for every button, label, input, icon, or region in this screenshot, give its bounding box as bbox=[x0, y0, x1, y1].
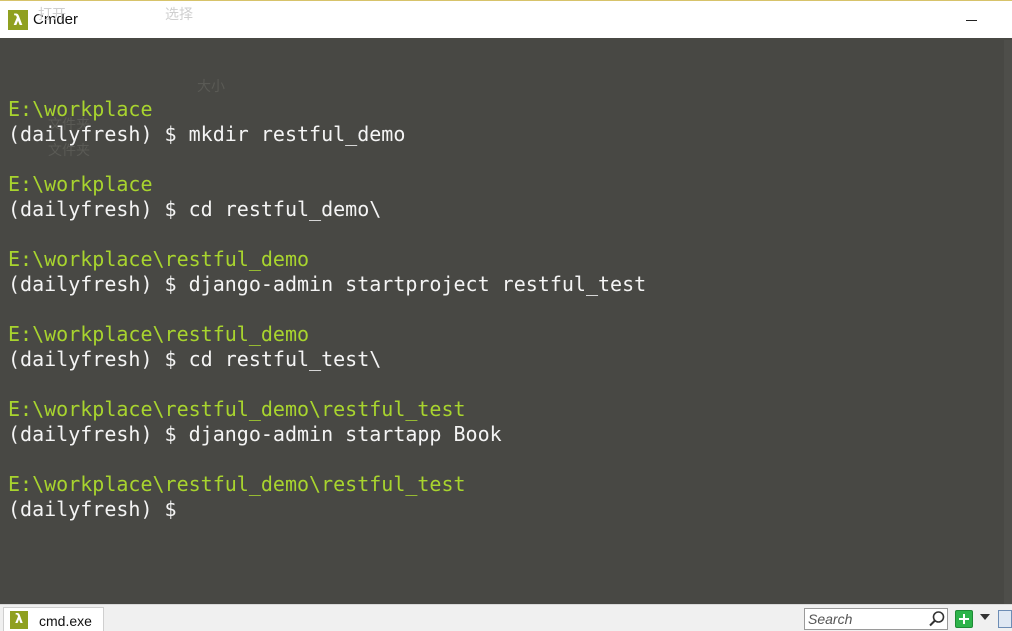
terminal-line: E:\workplace\restful_demo\restful_test bbox=[8, 397, 646, 422]
ghost-label-select: 选择 bbox=[165, 7, 193, 23]
command-text: (dailyfresh) $ cd restful_demo\ bbox=[8, 197, 382, 221]
command-text: (dailyfresh) $ cd restful_test\ bbox=[8, 347, 382, 371]
prompt-path: E:\workplace\restful_demo bbox=[8, 247, 310, 271]
command-text: (dailyfresh) $ bbox=[8, 497, 189, 521]
prompt-path: E:\workplace\restful_demo bbox=[8, 322, 310, 346]
title-bar: λ Cmder 打开 选择 bbox=[0, 0, 1012, 38]
terminal-line: (dailyfresh) $ django-admin startapp Boo… bbox=[8, 422, 646, 447]
add-tab-button[interactable] bbox=[955, 610, 973, 628]
terminal-line: (dailyfresh) $ mkdir restful_demo bbox=[8, 122, 646, 147]
prompt-path: E:\workplace\restful_demo\restful_test bbox=[8, 397, 466, 421]
prompt-path: E:\workplace bbox=[8, 97, 153, 121]
lambda-icon: λ bbox=[10, 611, 28, 629]
terminal-line: (dailyfresh) $ bbox=[8, 497, 646, 522]
search-icon[interactable] bbox=[928, 610, 946, 628]
command-text: (dailyfresh) $ django-admin startapp Boo… bbox=[8, 422, 502, 446]
terminal-line: E:\workplace\restful_demo\restful_test bbox=[8, 472, 646, 497]
lambda-icon[interactable]: λ bbox=[8, 10, 28, 30]
tab-label: cmd.exe bbox=[39, 613, 92, 629]
status-bar: λ cmd.exe bbox=[0, 604, 1012, 631]
terminal-line: (dailyfresh) $ cd restful_test\ bbox=[8, 347, 646, 372]
terminal-line: (dailyfresh) $ cd restful_demo\ bbox=[8, 197, 646, 222]
terminal-console[interactable]: 大小 文件夹 文件夹 E:\workplace (dailyfresh) $ mk… bbox=[0, 38, 1012, 604]
ghost-label-open: 打开 bbox=[38, 7, 66, 23]
chevron-down-icon[interactable] bbox=[980, 614, 990, 620]
terminal-line: E:\workplace bbox=[8, 97, 646, 122]
panel-icon[interactable] bbox=[998, 610, 1012, 628]
terminal-line: E:\workplace\restful_demo bbox=[8, 322, 646, 347]
prompt-path: E:\workplace bbox=[8, 172, 153, 196]
tab-cmd[interactable]: λ cmd.exe bbox=[3, 607, 104, 631]
search-input[interactable] bbox=[804, 608, 948, 630]
command-text: (dailyfresh) $ mkdir restful_demo bbox=[8, 122, 406, 146]
terminal-line: E:\workplace bbox=[8, 172, 646, 197]
prompt-path: E:\workplace\restful_demo\restful_test bbox=[8, 472, 466, 496]
terminal-output: E:\workplace (dailyfresh) $ mkdir restful… bbox=[8, 72, 646, 522]
minimize-button[interactable] bbox=[958, 5, 988, 33]
command-text: (dailyfresh) $ django-admin startproject… bbox=[8, 272, 647, 296]
terminal-line: (dailyfresh) $ django-admin startproject… bbox=[8, 272, 646, 297]
cmder-window: λ Cmder 打开 选择 大小 文件夹 文件夹 E:\workplace (da… bbox=[0, 0, 1012, 631]
terminal-scrollbar[interactable] bbox=[1004, 40, 1012, 604]
terminal-line: E:\workplace\restful_demo bbox=[8, 247, 646, 272]
